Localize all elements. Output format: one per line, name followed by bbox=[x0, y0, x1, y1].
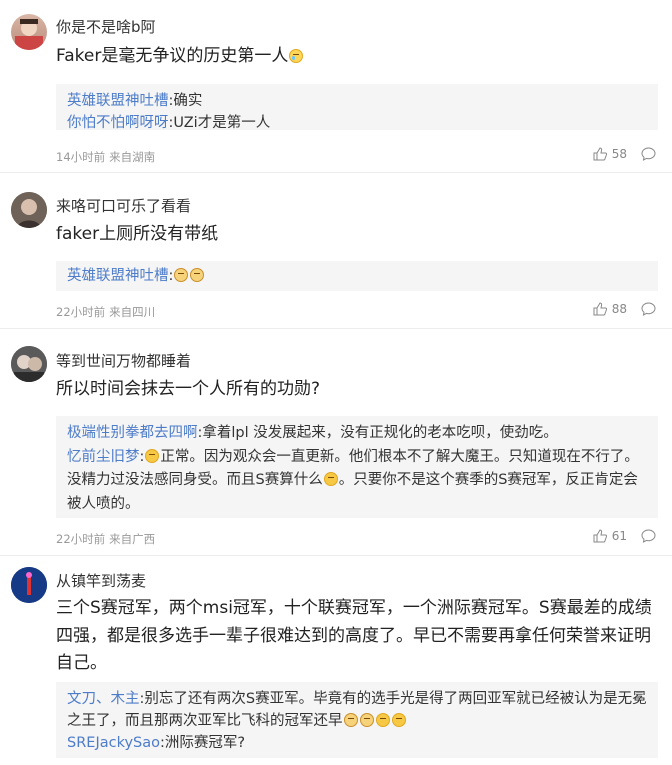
reply-item: SREJackySao:洲际赛冠军? bbox=[67, 735, 246, 751]
avatar-image bbox=[15, 19, 43, 50]
reply-text: 确实 bbox=[173, 93, 203, 109]
reply-username[interactable]: 极端性别拳都去四啊 bbox=[67, 425, 198, 441]
reply-text: 拿着lpl 没发展起来，没有正规化的老本吃呗，使劲吃。 bbox=[202, 425, 558, 441]
reply-text: UZi才是第一人 bbox=[173, 115, 271, 131]
comment-actions: 88 bbox=[593, 302, 656, 316]
reply-box[interactable]: 极端性别拳都去四啊:拿着lpl 没发展起来，没有正规化的老本吃呗，使劲吃。 忆前… bbox=[56, 416, 658, 518]
comment-text: 所以时间会抹去一个人所有的功勋? bbox=[56, 379, 321, 399]
comment-text: faker上厕所没有带纸 bbox=[56, 224, 219, 244]
reply-icon[interactable] bbox=[641, 147, 656, 161]
comment-meta: 14小时前 来自湖南 bbox=[56, 149, 159, 165]
like-button[interactable]: 61 bbox=[593, 529, 627, 543]
avatar[interactable] bbox=[11, 346, 47, 382]
cat-emoji-icon bbox=[359, 713, 374, 727]
timestamp: 22小时前 bbox=[56, 305, 106, 319]
username[interactable]: 从镇竿到荡麦 bbox=[56, 570, 146, 591]
reply-item: 忆前尘旧梦: 正常。因为观众会一直更新。他们根本不了解大魔王。只知道现在不行了。没… bbox=[67, 448, 639, 512]
timestamp: 14小时前 bbox=[56, 150, 106, 164]
reply-username[interactable]: 英雄联盟神吐槽 bbox=[67, 93, 169, 109]
thumbs-up-icon bbox=[593, 302, 607, 316]
like-button[interactable]: 58 bbox=[593, 147, 627, 161]
thumbs-up-icon bbox=[593, 529, 607, 543]
username[interactable]: 你是不是啥b阿 bbox=[56, 16, 156, 37]
username[interactable]: 来咯可口可乐了看看 bbox=[56, 195, 191, 216]
avatar[interactable] bbox=[11, 14, 47, 50]
reply-box[interactable]: 英雄联盟神吐槽: bbox=[56, 261, 658, 291]
comment-text: Faker是毫无争议的历史第一人 bbox=[56, 43, 648, 70]
laughing-emoji-icon bbox=[391, 713, 406, 727]
reply-username[interactable]: 文刀、木主 bbox=[67, 691, 140, 707]
comment-item: 等到世间万物都睡着 所以时间会抹去一个人所有的功勋? 极端性别拳都去四啊:拿着l… bbox=[0, 329, 672, 556]
location: 来自广西 bbox=[109, 532, 156, 546]
comment-feed: 你是不是啥b阿 Faker是毫无争议的历史第一人 英雄联盟神吐槽:确实 你怕不怕… bbox=[0, 0, 672, 765]
comment-meta: 22小时前 来自四川 bbox=[56, 304, 159, 320]
reply-item: 英雄联盟神吐槽: bbox=[67, 265, 647, 287]
reply-username[interactable]: 英雄联盟神吐槽 bbox=[67, 268, 169, 284]
reply-item: 你怕不怕啊呀呀:UZi才是第一人 bbox=[67, 115, 271, 131]
location: 来自湖南 bbox=[109, 150, 156, 164]
comment-meta: 22小时前 来自广西 bbox=[56, 531, 159, 547]
laughing-emoji-icon bbox=[375, 713, 390, 727]
avatar[interactable] bbox=[11, 567, 47, 603]
reply-username[interactable]: 你怕不怕啊呀呀 bbox=[67, 115, 169, 131]
timestamp: 22小时前 bbox=[56, 532, 106, 546]
comment-actions: 61 bbox=[593, 529, 656, 543]
reply-box[interactable]: 英雄联盟神吐槽:确实 你怕不怕啊呀呀:UZi才是第一人 bbox=[56, 84, 658, 131]
reply-item: 文刀、木主:别忘了还有两次S赛亚军。毕竟有的选手光是得了两回亚军就已经被认为是无… bbox=[67, 691, 647, 729]
reply-username[interactable]: SREJackySao bbox=[67, 735, 160, 751]
reply-text: 洲际赛冠军? bbox=[164, 735, 246, 751]
reply-icon[interactable] bbox=[641, 529, 656, 543]
reply-username[interactable]: 忆前尘旧梦 bbox=[67, 449, 140, 465]
avatar[interactable] bbox=[11, 192, 47, 228]
username[interactable]: 等到世间万物都睡着 bbox=[56, 350, 191, 371]
comment-text-content: Faker是毫无争议的历史第一人 bbox=[56, 46, 289, 66]
thumbs-up-icon bbox=[593, 147, 607, 161]
cat-emoji-icon bbox=[343, 713, 358, 727]
like-count: 58 bbox=[611, 147, 627, 161]
comment-text: 三个S赛冠军，两个msi冠军，十个联赛冠军，一个洲际赛冠军。S赛最差的成绩四强，… bbox=[56, 598, 652, 673]
comment-item: 来咯可口可乐了看看 faker上厕所没有带纸 英雄联盟神吐槽: 22小时前 来自四… bbox=[0, 173, 672, 329]
like-count: 61 bbox=[611, 529, 627, 543]
reply-item: 英雄联盟神吐槽:确实 bbox=[67, 93, 203, 109]
avatar-image bbox=[11, 192, 47, 228]
laughing-emoji-icon bbox=[323, 472, 338, 486]
comment-item: 你是不是啥b阿 Faker是毫无争议的历史第一人 英雄联盟神吐槽:确实 你怕不怕… bbox=[0, 0, 672, 173]
like-count: 88 bbox=[611, 302, 627, 316]
reply-box[interactable]: 文刀、木主:别忘了还有两次S赛亚军。毕竟有的选手光是得了两回亚军就已经被认为是无… bbox=[56, 682, 658, 758]
like-button[interactable]: 88 bbox=[593, 302, 627, 316]
crying-emoji-icon bbox=[289, 49, 304, 63]
cat-emoji-icon bbox=[190, 268, 205, 282]
reply-item: 极端性别拳都去四啊:拿着lpl 没发展起来，没有正规化的老本吃呗，使劲吃。 bbox=[67, 425, 558, 441]
comment-item: 从镇竿到荡麦 三个S赛冠军，两个msi冠军，十个联赛冠军，一个洲际赛冠军。S赛最… bbox=[0, 556, 672, 765]
cat-emoji-icon bbox=[174, 268, 189, 282]
avatar-image bbox=[11, 567, 47, 603]
laughing-emoji-icon bbox=[145, 448, 160, 463]
comment-actions: 58 bbox=[593, 147, 656, 161]
avatar-image bbox=[11, 346, 47, 382]
location: 来自四川 bbox=[109, 305, 156, 319]
reply-icon[interactable] bbox=[641, 302, 656, 316]
